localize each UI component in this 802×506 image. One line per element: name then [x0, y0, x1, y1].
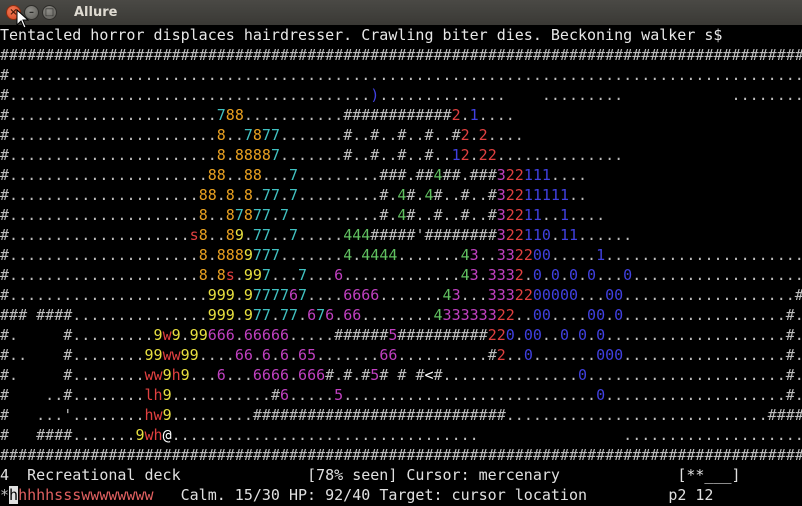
page-indicator: p2 12 — [668, 486, 714, 504]
message-line: Tentacled horror displaces hairdresser. … — [0, 26, 723, 44]
map-row: #. #.........9w9.99666.66666.....######5… — [0, 326, 802, 344]
map-row: #.....................8.8889777.......4.… — [0, 246, 802, 264]
party-roster[interactable]: hhhhssswwwwwwww — [18, 486, 153, 504]
seen-percent: [78% seen] — [307, 466, 398, 484]
map-row: #.....................88.8.8.77.7.......… — [0, 186, 588, 204]
map-row: #.......................788...........##… — [0, 106, 515, 124]
window-title: Allure — [74, 5, 118, 20]
map-row: #.......................................… — [0, 66, 802, 84]
map-row: # ...'........hw9.........##############… — [0, 406, 802, 424]
status-bar-party: *hhhhhssswwwwwwww Calm. 15/30 HP: 92/40 … — [0, 485, 802, 505]
map-row: ########################################… — [0, 446, 802, 464]
terminal-area[interactable]: Tentacled horror displaces hairdresser. … — [0, 25, 802, 506]
cursor-info: Cursor: mercenary — [406, 466, 560, 484]
map-row: #.......................................… — [0, 86, 802, 104]
map-row: #.....................8..87877.7........… — [0, 206, 606, 224]
map-row: # ####.......9wh@.......................… — [0, 426, 802, 444]
app-window: × – □ Allure Tentacled horror displaces … — [0, 0, 802, 506]
map-row: # ..#........lh9...........#6.....5.....… — [0, 386, 802, 404]
status-bar-level: 4 Recreational deck [78% seen] Cursor: m… — [0, 465, 802, 485]
map-row: ### ####...............999.977.77.676.66… — [0, 306, 802, 324]
title-bar[interactable]: × – □ Allure — [0, 0, 802, 29]
level-number: 4 — [0, 466, 10, 484]
game-map[interactable]: ########################################… — [0, 45, 802, 465]
map-row: #.. #........99ww99....66.6.6.65.......6… — [0, 346, 802, 364]
selected-party-member[interactable]: h — [9, 486, 19, 504]
map-row: #.......................8..7877.......#.… — [0, 126, 524, 144]
party-marker: * — [0, 486, 10, 504]
maximize-button[interactable]: □ — [42, 5, 57, 20]
map-row: #......................999.9777767....66… — [0, 286, 802, 304]
map-row: #.....................8.8s.997...7...6..… — [0, 266, 802, 284]
hp-stat: HP: 92/40 — [289, 486, 371, 504]
level-name: Recreational deck — [27, 466, 181, 484]
map-row: ########################################… — [0, 46, 802, 64]
map-row: #......................88..88...7.......… — [0, 166, 588, 184]
target-info: Target: cursor location — [379, 486, 588, 504]
status-indicator: [**___] — [677, 466, 741, 484]
map-row: #. #........ww9h9...6...6666.666#.#.#5# … — [0, 366, 802, 384]
map-row: #.......................8.88887.......#.… — [0, 146, 624, 164]
map-row: #....................s8..89.77..7.....44… — [0, 226, 633, 244]
calm-stat: Calm. 15/30 — [180, 486, 280, 504]
